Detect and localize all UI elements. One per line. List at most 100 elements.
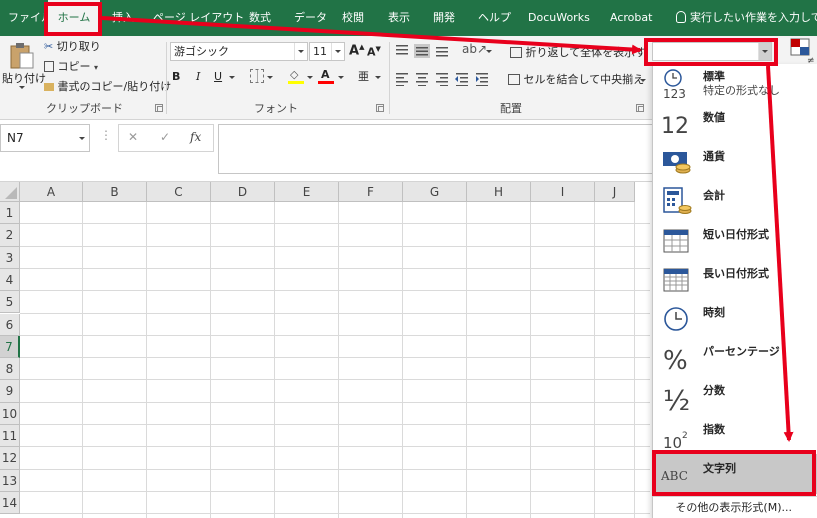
row-header-5[interactable]: 5 bbox=[0, 291, 20, 314]
row-header-4[interactable]: 4 bbox=[0, 268, 20, 292]
row-header-12[interactable]: 12 bbox=[0, 447, 20, 470]
row-header-14[interactable]: 14 bbox=[0, 491, 20, 515]
format-painter-label: 書式のコピー/貼り付け bbox=[57, 80, 172, 93]
phonetic-dropdown-icon[interactable] bbox=[375, 74, 381, 80]
column-header-i[interactable]: I bbox=[531, 182, 595, 202]
tab-developer[interactable]: 開発 bbox=[433, 0, 455, 36]
column-header-f[interactable]: F bbox=[339, 182, 403, 202]
shrink-font-button[interactable]: A▼ bbox=[367, 45, 381, 59]
format-item-number[interactable]: 12 数値 bbox=[653, 103, 817, 142]
format-item-accounting[interactable]: 会計 bbox=[653, 181, 817, 220]
merge-center-button[interactable]: セルを結合して中央揃え bbox=[508, 71, 644, 87]
row-header-13[interactable]: 13 bbox=[0, 469, 20, 492]
format-label: 長い日付形式 bbox=[703, 267, 769, 280]
wrap-text-icon bbox=[510, 47, 522, 58]
clock-123-icon: 123 bbox=[663, 69, 686, 100]
column-header-a[interactable]: A bbox=[20, 182, 83, 202]
tab-data[interactable]: データ bbox=[294, 0, 327, 36]
row-header-9[interactable]: 9 bbox=[0, 380, 20, 403]
tab-review[interactable]: 校閲 bbox=[342, 0, 364, 36]
copy-label: コピー bbox=[57, 60, 91, 73]
format-label: 会計 bbox=[703, 189, 725, 202]
name-box[interactable]: N7 bbox=[0, 124, 90, 152]
fill-color-button[interactable]: ◇ bbox=[288, 68, 304, 84]
copy-button[interactable]: コピー ▾ bbox=[44, 58, 98, 74]
row-header-7[interactable]: 7 bbox=[0, 335, 20, 359]
format-item-currency[interactable]: 通貨 bbox=[653, 142, 817, 181]
format-item-general[interactable]: 123 標準 特定の形式なし bbox=[653, 64, 817, 103]
tab-formulas[interactable]: 数式 bbox=[249, 0, 271, 36]
format-item-fraction[interactable]: ½ 分数 bbox=[653, 376, 817, 415]
grid-row-line bbox=[20, 379, 650, 381]
orientation-dropdown-icon[interactable] bbox=[486, 48, 492, 54]
underline-button[interactable]: U bbox=[214, 70, 222, 83]
tab-acrobat[interactable]: Acrobat bbox=[610, 0, 652, 36]
format-item-percentage[interactable]: % パーセンテージ bbox=[653, 337, 817, 376]
font-size-value: 11 bbox=[313, 45, 327, 58]
text-orientation-icon: ab↗ bbox=[462, 42, 488, 56]
column-header-j[interactable]: J bbox=[595, 182, 635, 202]
format-item-long-date[interactable]: 長い日付形式 bbox=[653, 259, 817, 298]
font-color-button[interactable]: A bbox=[318, 68, 334, 84]
more-number-formats-link[interactable]: その他の表示形式(M)... bbox=[653, 496, 817, 518]
tab-page-layout[interactable]: ページ レイアウト bbox=[153, 0, 244, 36]
grid-row-line bbox=[20, 290, 650, 292]
tab-help[interactable]: ヘルプ bbox=[478, 0, 511, 36]
scientific-icon: 10 2 bbox=[663, 431, 688, 451]
phonetic-button[interactable]: 亜 bbox=[358, 68, 369, 84]
cut-button[interactable]: ✂ 切り取り bbox=[44, 38, 101, 54]
row-header-11[interactable]: 11 bbox=[0, 425, 20, 448]
grid-column-line bbox=[146, 202, 147, 518]
conditional-format-icon[interactable]: ≠ bbox=[790, 38, 814, 64]
tab-insert[interactable]: 挿入 bbox=[112, 0, 134, 36]
column-header-g[interactable]: G bbox=[403, 182, 467, 202]
column-header-e[interactable]: E bbox=[275, 182, 339, 202]
font-group-label: フォント bbox=[254, 102, 298, 115]
underline-dropdown-icon[interactable] bbox=[229, 74, 235, 80]
grow-font-button[interactable]: A▲ bbox=[349, 43, 364, 58]
bold-button[interactable]: B bbox=[172, 70, 180, 83]
column-header-c[interactable]: C bbox=[147, 182, 211, 202]
paste-button[interactable]: 貼り付け bbox=[2, 38, 46, 96]
font-color-letter: A bbox=[321, 68, 330, 81]
paste-dropdown-icon bbox=[19, 84, 25, 90]
borders-dropdown-icon[interactable] bbox=[267, 74, 273, 80]
tab-docuworks[interactable]: DocuWorks bbox=[528, 0, 590, 36]
font-name-combo[interactable]: 游ゴシック bbox=[170, 42, 308, 61]
font-color-dropdown-icon[interactable] bbox=[338, 74, 344, 80]
format-item-time[interactable]: 時刻 bbox=[653, 298, 817, 337]
format-item-scientific[interactable]: 10 2 指数 bbox=[653, 415, 817, 454]
format-item-short-date[interactable]: 短い日付形式 bbox=[653, 220, 817, 259]
row-header-10[interactable]: 10 bbox=[0, 402, 20, 425]
column-header-h[interactable]: H bbox=[467, 182, 531, 202]
insert-function-icon[interactable]: fx bbox=[190, 130, 201, 144]
tell-me-box[interactable]: 実行したい作業を入力してくだ bbox=[676, 0, 817, 36]
orientation-button[interactable]: ab↗ bbox=[462, 42, 487, 56]
name-box-dropdown-icon[interactable] bbox=[79, 135, 85, 141]
merge-dropdown-icon[interactable] bbox=[640, 77, 646, 83]
spreadsheet-grid[interactable]: ABCDEFGHIJ 1 2 3 4 5 6 7 8 9 10 11 12 13 14 bbox=[0, 182, 650, 518]
enter-icon[interactable]: ✓ bbox=[160, 130, 170, 144]
horizontal-align-icons[interactable] bbox=[395, 72, 495, 86]
alignment-launcher-icon[interactable] bbox=[636, 104, 644, 112]
column-header-d[interactable]: D bbox=[211, 182, 275, 202]
clipboard-launcher-icon[interactable] bbox=[155, 104, 163, 112]
grid-row-line bbox=[20, 312, 650, 314]
fill-color-dropdown-icon[interactable] bbox=[307, 74, 313, 80]
row-header-2[interactable]: 2 bbox=[0, 224, 20, 247]
column-header-b[interactable]: B bbox=[83, 182, 147, 202]
font-launcher-icon[interactable] bbox=[376, 104, 384, 112]
vertical-align-icons[interactable] bbox=[395, 44, 465, 58]
select-all-button[interactable] bbox=[0, 182, 20, 202]
font-size-combo[interactable]: 11 bbox=[309, 42, 345, 61]
tab-view[interactable]: 表示 bbox=[388, 0, 410, 36]
row-header-8[interactable]: 8 bbox=[0, 358, 20, 381]
wrap-text-button[interactable]: 折り返して全体を表示す bbox=[510, 44, 646, 60]
format-painter-button[interactable]: 書式のコピー/貼り付け bbox=[44, 78, 171, 94]
cancel-icon[interactable]: ✕ bbox=[128, 130, 138, 144]
row-header-3[interactable]: 3 bbox=[0, 246, 20, 269]
italic-button[interactable]: I bbox=[196, 70, 200, 83]
borders-button[interactable] bbox=[250, 69, 264, 83]
row-header-6[interactable]: 6 bbox=[0, 313, 20, 336]
row-header-1[interactable]: 1 bbox=[0, 202, 20, 225]
